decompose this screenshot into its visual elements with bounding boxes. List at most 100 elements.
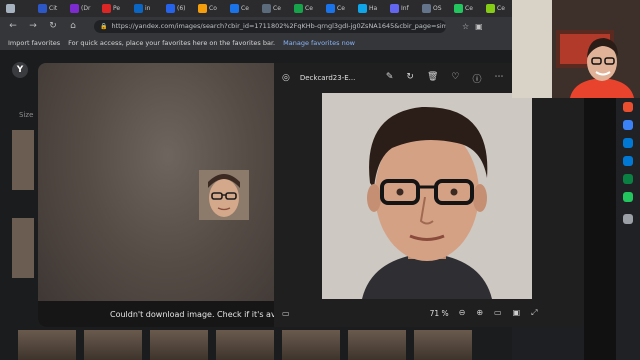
tab[interactable]: Ce	[260, 2, 289, 15]
back-icon[interactable]: ←	[8, 21, 18, 31]
heart-icon[interactable]: ♡	[451, 72, 459, 85]
result-thumbnail[interactable]	[216, 330, 274, 360]
tab-label: (Dr	[81, 5, 91, 12]
tab-label: Inf	[401, 5, 409, 12]
sidebar-app-icon[interactable]	[623, 174, 633, 184]
tab-favicon-icon	[70, 4, 79, 13]
app-logo-icon[interactable]: ◎	[282, 73, 290, 83]
favorites-hint: For quick access, place your favorites h…	[68, 38, 276, 47]
tab[interactable]: Ce	[324, 2, 353, 15]
portrait-photo	[322, 93, 532, 299]
rotate-icon[interactable]: ↻	[406, 72, 414, 85]
import-favorites-button[interactable]: Import favorites	[8, 39, 60, 47]
address-bar[interactable]: 🔒 https://yandex.com/images/search?cbir_…	[94, 19, 446, 33]
spotify-icon[interactable]	[623, 192, 633, 202]
tab[interactable]: Ce	[484, 2, 512, 15]
tab-favicon-icon	[102, 4, 111, 13]
tab[interactable]: Co	[196, 2, 225, 15]
screen: Cit (Dr Pe in (6) Co Ce Ce Ce Ce Ha Inf …	[0, 0, 640, 360]
tab-label: Ce	[305, 5, 313, 12]
info-icon[interactable]: ⓘ	[472, 72, 481, 85]
tab-label: (6)	[177, 5, 186, 12]
tab[interactable]: Cit	[36, 2, 65, 15]
address-url: https://yandex.com/images/search?cbir_id…	[111, 22, 446, 30]
tab[interactable]: Ce	[452, 2, 481, 15]
collections-icon[interactable]: ▣	[475, 22, 483, 31]
tab[interactable]: Ha	[356, 2, 385, 15]
result-thumbnail[interactable]	[84, 330, 142, 360]
lock-icon[interactable]: 🔒	[100, 23, 107, 30]
tab-favicon-icon	[486, 4, 495, 13]
manage-favorites-link[interactable]: Manage favorites now	[283, 39, 355, 47]
image-viewer: Couldn't download image. Check if it's a…	[38, 63, 584, 327]
zoom-in-icon[interactable]: ⊕	[476, 308, 483, 318]
photo-filename: Deckcard23-E...	[299, 74, 356, 82]
photo-pane: ◎ Deckcard23-E... ✎ ↻ 🗑 ♡ ⓘ ⋯ ▭ 71 % ⊖ ⊕…	[274, 63, 584, 327]
result-thumbnail[interactable]	[18, 330, 76, 360]
tab[interactable]	[4, 2, 33, 15]
browser-toolbar: ← → ↻ ⌂ 🔒 https://yandex.com/images/sear…	[0, 17, 512, 35]
add-sidebar-app-icon[interactable]	[623, 214, 633, 224]
sidebar-app-icon[interactable]	[623, 138, 633, 148]
tab-label: Ce	[465, 5, 473, 12]
tab-favicon-icon	[134, 4, 143, 13]
tab-favicon-icon	[6, 4, 15, 13]
tab[interactable]: Ce	[292, 2, 321, 15]
tab-favicon-icon	[326, 4, 335, 13]
tab-label: Ce	[241, 5, 249, 12]
face-photo-icon	[199, 170, 249, 220]
outlook-icon[interactable]	[623, 156, 633, 166]
result-thumbnail[interactable]	[12, 218, 34, 278]
download-error-text: Couldn't download image. Check if it's a…	[110, 309, 295, 319]
result-thumbnail[interactable]	[282, 330, 340, 360]
tab-favicon-icon	[230, 4, 239, 13]
tab-favicon-icon	[422, 4, 431, 13]
portrait-image-icon	[322, 93, 532, 299]
actual-size-icon[interactable]: ▣	[513, 308, 521, 318]
forward-icon[interactable]: →	[28, 21, 38, 31]
yandex-logo[interactable]: Y	[12, 62, 28, 78]
tab-favicon-icon	[454, 4, 463, 13]
photo-statusbar: ▭ 71 % ⊖ ⊕ ▭ ▣ ⤢	[274, 299, 584, 327]
tab-favicon-icon	[262, 4, 271, 13]
filmstrip-icon[interactable]: ▭	[282, 309, 290, 318]
tab-favicon-icon	[38, 4, 47, 13]
favorites-bar: Import favorites For quick access, place…	[0, 35, 512, 50]
more-icon[interactable]: ⋯	[494, 72, 503, 85]
tab-label: Ce	[337, 5, 345, 12]
result-thumbnail[interactable]	[348, 330, 406, 360]
home-icon[interactable]: ⌂	[68, 21, 78, 31]
page-scroll-region	[584, 98, 616, 360]
fit-window-icon[interactable]: ▭	[494, 308, 502, 318]
tab-label: Ce	[273, 5, 281, 12]
tab-favicon-icon	[166, 4, 175, 13]
size-filter-label[interactable]: Size	[19, 111, 33, 119]
tab-label: Pe	[113, 5, 121, 12]
presenter-video-icon	[512, 0, 640, 98]
tab-label: OS	[433, 5, 442, 12]
edit-icon[interactable]: ✎	[386, 72, 394, 85]
fullscreen-icon[interactable]: ⤢	[531, 308, 537, 318]
tab[interactable]: Pe	[100, 2, 129, 15]
result-thumbnail[interactable]	[150, 330, 208, 360]
search-image-pane: Couldn't download image. Check if it's a…	[38, 63, 295, 327]
tab[interactable]: in	[132, 2, 161, 15]
tab[interactable]: Ce	[228, 2, 257, 15]
tab-favicon-icon	[294, 4, 303, 13]
tab[interactable]: (Dr	[68, 2, 97, 15]
zoom-level: 71 %	[429, 308, 449, 318]
tab[interactable]: (6)	[164, 2, 193, 15]
zoom-out-icon[interactable]: ⊖	[459, 308, 466, 318]
sidebar-app-icon[interactable]	[623, 120, 633, 130]
result-thumbnail[interactable]	[12, 130, 34, 190]
download-error-bar: Couldn't download image. Check if it's a…	[38, 301, 295, 327]
sidebar-app-icon[interactable]	[623, 102, 633, 112]
result-thumbnail[interactable]	[414, 330, 472, 360]
delete-icon[interactable]: 🗑	[427, 72, 438, 85]
favorites-icon[interactable]: ☆	[462, 22, 469, 31]
query-face-thumbnail[interactable]	[199, 170, 249, 220]
tab-favicon-icon	[390, 4, 399, 13]
tab[interactable]: OS	[420, 2, 449, 15]
tab[interactable]: Inf	[388, 2, 417, 15]
refresh-icon[interactable]: ↻	[48, 21, 58, 31]
